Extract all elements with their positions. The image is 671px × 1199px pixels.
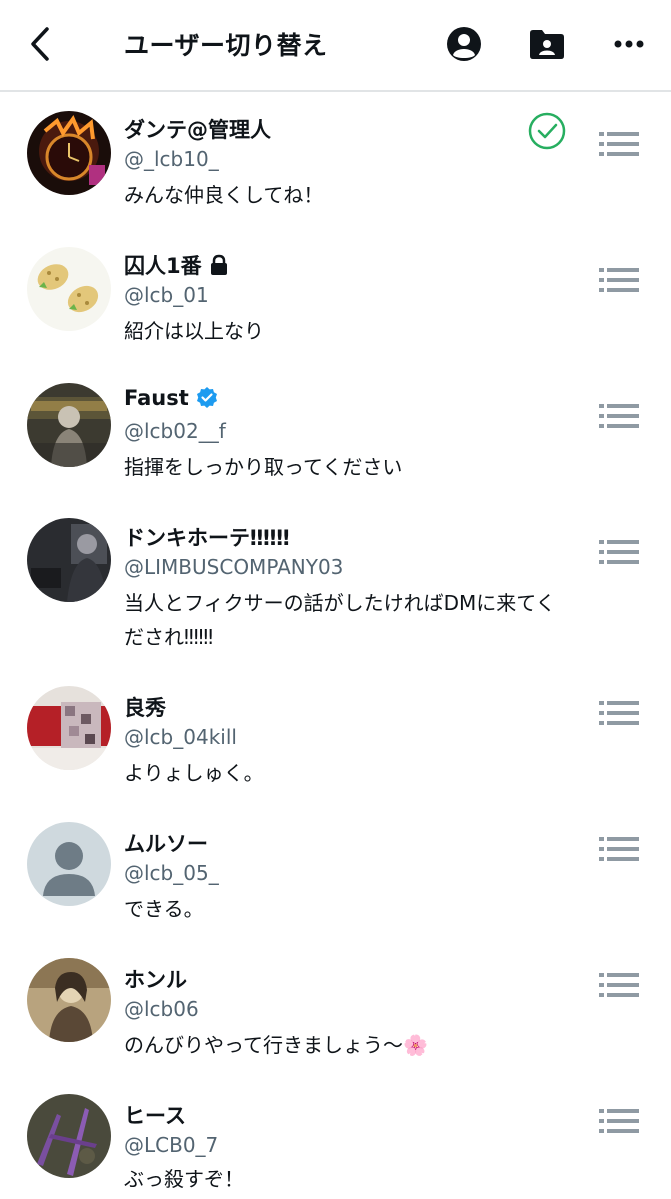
avatar [27, 383, 111, 467]
account-handle: @lcb02__f [124, 419, 226, 443]
avatar [27, 686, 111, 770]
account-name: ヒース [124, 1104, 186, 1128]
account-handle: @lcb06 [124, 997, 199, 1021]
account-bio: 当人とフィクサーの話がしたければDMに来てくだされ‼︎‼︎‼︎ [124, 591, 556, 649]
account-folder-button[interactable] [525, 22, 569, 66]
account-row[interactable]: 囚人1番 @lcb_01 紹介は以上なり [0, 230, 671, 366]
drag-handle-icon[interactable] [599, 130, 639, 158]
account-row[interactable]: ホンル @lcb06 のんびりやって行きましょう〜🌸 [0, 944, 671, 1080]
account-bio: みんな仲良くしてね！ [124, 183, 324, 207]
drag-handle-icon[interactable] [599, 266, 639, 294]
account-row[interactable]: ダンテ@管理人 @_lcb10_ みんな仲良くしてね！ [0, 94, 671, 230]
drag-handle-icon[interactable] [599, 835, 639, 863]
account-row[interactable]: 良秀 @lcb_04kill よりょしゅく。 [0, 672, 671, 808]
account-handle: @lcb_05_ [124, 861, 219, 885]
profile-button[interactable] [442, 22, 486, 66]
account-bio: できる。 [124, 897, 204, 921]
avatar [27, 1094, 111, 1178]
account-handle: @LCB0_7 [124, 1133, 219, 1157]
avatar [27, 111, 111, 195]
account-bio: ぶっ殺すぞ！ [124, 1167, 244, 1191]
avatar [27, 958, 111, 1042]
lock-icon [210, 254, 227, 275]
account-bio: 紹介は以上なり [124, 319, 264, 343]
account-handle: @_lcb10_ [124, 147, 219, 171]
drag-handle-icon[interactable] [599, 699, 639, 727]
account-name: ドンキホーテ‼︎‼︎‼︎ [124, 526, 290, 550]
drag-handle-icon[interactable] [599, 402, 639, 430]
more-button[interactable] [607, 22, 651, 66]
account-name: Faust [124, 386, 219, 410]
drag-handle-icon[interactable] [599, 971, 639, 999]
account-row[interactable]: ドンキホーテ‼︎‼︎‼︎ @LIMBUSCOMPANY03 当人とフィクサーの話… [0, 502, 671, 672]
account-bio: 指揮をしっかり取ってください [124, 455, 403, 479]
account-name: 良秀 [124, 696, 166, 720]
profile-icon [447, 27, 481, 61]
account-handle: @lcb_04kill [124, 725, 237, 749]
drag-handle-icon[interactable] [599, 538, 639, 566]
check-icon [528, 112, 566, 150]
account-name: ホンル [124, 968, 187, 992]
account-row[interactable]: ヒース @LCB0_7 ぶっ殺すぞ！ [0, 1080, 671, 1199]
account-name: 囚人1番 [124, 250, 230, 280]
folder-person-icon [530, 30, 564, 59]
account-name: ムルソー [124, 832, 208, 856]
account-row[interactable]: ムルソー @lcb_05_ できる。 [0, 808, 671, 944]
account-handle: @lcb_01 [124, 283, 209, 307]
account-name: ダンテ@管理人 [124, 118, 271, 142]
account-bio: のんびりやって行きましょう〜🌸 [124, 1033, 428, 1057]
avatar [27, 822, 111, 906]
account-row[interactable]: Faust @lcb02__f 指揮をしっかり取ってください [0, 366, 671, 502]
back-button[interactable] [22, 24, 58, 64]
avatar [27, 518, 111, 602]
back-icon [31, 27, 49, 61]
avatar [27, 247, 111, 331]
top-bar: ユーザー切り替え [0, 0, 671, 92]
account-handle: @LIMBUSCOMPANY03 [124, 555, 344, 579]
verified-icon [196, 387, 217, 408]
more-icon [614, 40, 644, 48]
page-title: ユーザー切り替え [124, 31, 328, 60]
account-bio: よりょしゅく。 [124, 761, 264, 785]
drag-handle-icon[interactable] [599, 1107, 639, 1135]
